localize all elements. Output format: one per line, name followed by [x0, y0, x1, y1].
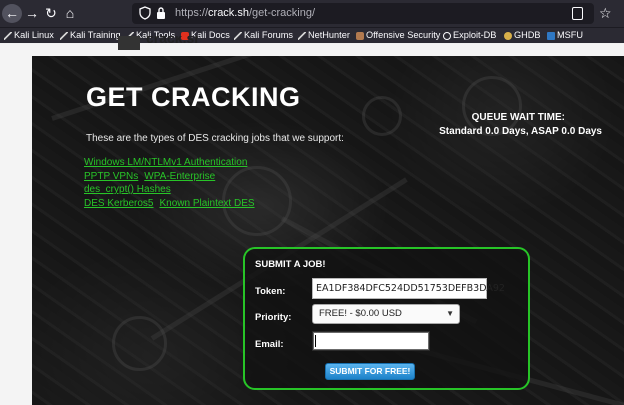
url-text[interactable]: https://crack.sh/get-cracking/ — [175, 3, 315, 24]
job-type-links: Windows LM/NTLMv1 Authentication PPTP VP… — [84, 156, 255, 210]
submit-job-form: SUBMIT A JOB! Token: EA1DF384DFC524DD517… — [243, 247, 530, 390]
bookmarks-bar: Kali Linux Kali Training Kali Tools Kali… — [0, 27, 624, 43]
exploit-db-icon — [443, 32, 451, 40]
url-prefix: https:// — [175, 7, 209, 19]
form-title: SUBMIT A JOB! — [255, 259, 326, 270]
shield-icon[interactable] — [139, 6, 151, 20]
bookmark-star-icon[interactable]: ☆ — [599, 4, 612, 23]
address-bar[interactable]: https://crack.sh/get-cracking/ — [132, 3, 594, 24]
bookmark-label: NetHunter — [308, 30, 350, 40]
job-type-row: Windows LM/NTLMv1 Authentication — [84, 156, 255, 170]
bookmark-kali-forums[interactable]: Kali Forums — [233, 28, 293, 44]
url-host: crack.sh — [208, 7, 249, 19]
bookmark-exploit-db[interactable]: Exploit-DB — [442, 28, 496, 44]
bookmark-label: Offensive Security — [366, 30, 441, 40]
queue-wait-label: QUEUE WAIT TIME: — [471, 112, 565, 123]
page-content: crack.sh GET CRACKING These are the type… — [0, 36, 624, 405]
link-des-crypt-hashes[interactable]: des_crypt() Hashes — [84, 184, 171, 195]
job-type-row: DES Kerberos5 Known Plaintext DES — [84, 197, 255, 211]
bookmark-kali-linux[interactable]: Kali Linux — [3, 28, 54, 44]
token-label: Token: — [255, 286, 286, 297]
priority-select[interactable]: FREE! - $0.00 USD ▼ — [312, 304, 460, 324]
bookmark-label: GHDB — [514, 30, 541, 40]
url-path: /get-cracking/ — [249, 7, 316, 19]
link-known-plaintext-des[interactable]: Known Plaintext DES — [159, 198, 254, 209]
email-field[interactable] — [312, 331, 430, 351]
page-title: GET CRACKING — [86, 82, 301, 112]
browser-toolbar: ← → ↻ ⌂ https://crack.sh/get-cracking/ ☆ — [0, 0, 624, 27]
queue-wait-value: Standard 0.0 Days, ASAP 0.0 Days — [439, 126, 602, 137]
back-arrow-icon[interactable]: ← — [2, 4, 22, 23]
email-label: Email: — [255, 339, 284, 350]
text-caret — [315, 335, 316, 347]
offsec-icon — [356, 32, 364, 40]
logo-mark — [118, 36, 140, 50]
link-windows-lm-ntlmv1[interactable]: Windows LM/NTLMv1 Authentication — [84, 157, 247, 168]
bookmark-label: Kali Training — [70, 30, 121, 40]
bookmark-label: Kali Linux — [14, 30, 54, 40]
bookmark-label: Exploit-DB — [453, 30, 497, 40]
priority-label: Priority: — [255, 312, 292, 323]
bookmark-offensive-security[interactable]: Offensive Security — [355, 28, 440, 44]
intro-text: These are the types of DES cracking jobs… — [86, 133, 344, 144]
msfu-icon — [547, 32, 555, 40]
bookmark-ghdb[interactable]: GHDB — [503, 28, 541, 44]
logo-text: crack.sh — [146, 36, 198, 46]
hero-section: GET CRACKING These are the types of DES … — [32, 56, 624, 405]
page-margin — [0, 44, 32, 405]
site-header: crack.sh — [32, 36, 624, 54]
job-type-row: PPTP VPNs WPA-Enterprise — [84, 170, 255, 184]
link-pptp-vpns[interactable]: PPTP VPNs — [84, 171, 138, 182]
forward-arrow-icon[interactable]: → — [22, 4, 42, 23]
job-type-row: des_crypt() Hashes — [84, 183, 255, 197]
reload-icon[interactable]: ↻ — [41, 4, 61, 23]
submit-button[interactable]: SUBMIT FOR FREE! — [325, 363, 415, 380]
bookmark-msfu[interactable]: MSFU — [546, 28, 583, 44]
ghdb-icon — [504, 32, 512, 40]
bookmark-label: MSFU — [557, 30, 584, 40]
reader-view-icon[interactable] — [572, 7, 583, 20]
bookmark-kali-training[interactable]: Kali Training — [59, 28, 121, 44]
kali-icon — [60, 32, 68, 40]
bookmark-nethunter[interactable]: NetHunter — [297, 28, 350, 44]
lock-icon[interactable] — [155, 6, 167, 20]
kali-icon — [234, 32, 242, 40]
link-wpa-enterprise[interactable]: WPA-Enterprise — [144, 171, 215, 182]
token-input[interactable]: EA1DF384DFC524DD51753DEFB3DA92 — [312, 278, 505, 299]
priority-selected-value: FREE! - $0.00 USD — [319, 308, 402, 319]
site-logo[interactable]: crack.sh — [118, 36, 198, 52]
bookmark-label: Kali Forums — [244, 30, 294, 40]
kali-icon — [4, 32, 12, 40]
chevron-down-icon: ▼ — [446, 309, 454, 318]
home-icon[interactable]: ⌂ — [60, 4, 80, 23]
link-des-kerberos5[interactable]: DES Kerberos5 — [84, 198, 153, 209]
kali-icon — [298, 32, 306, 40]
